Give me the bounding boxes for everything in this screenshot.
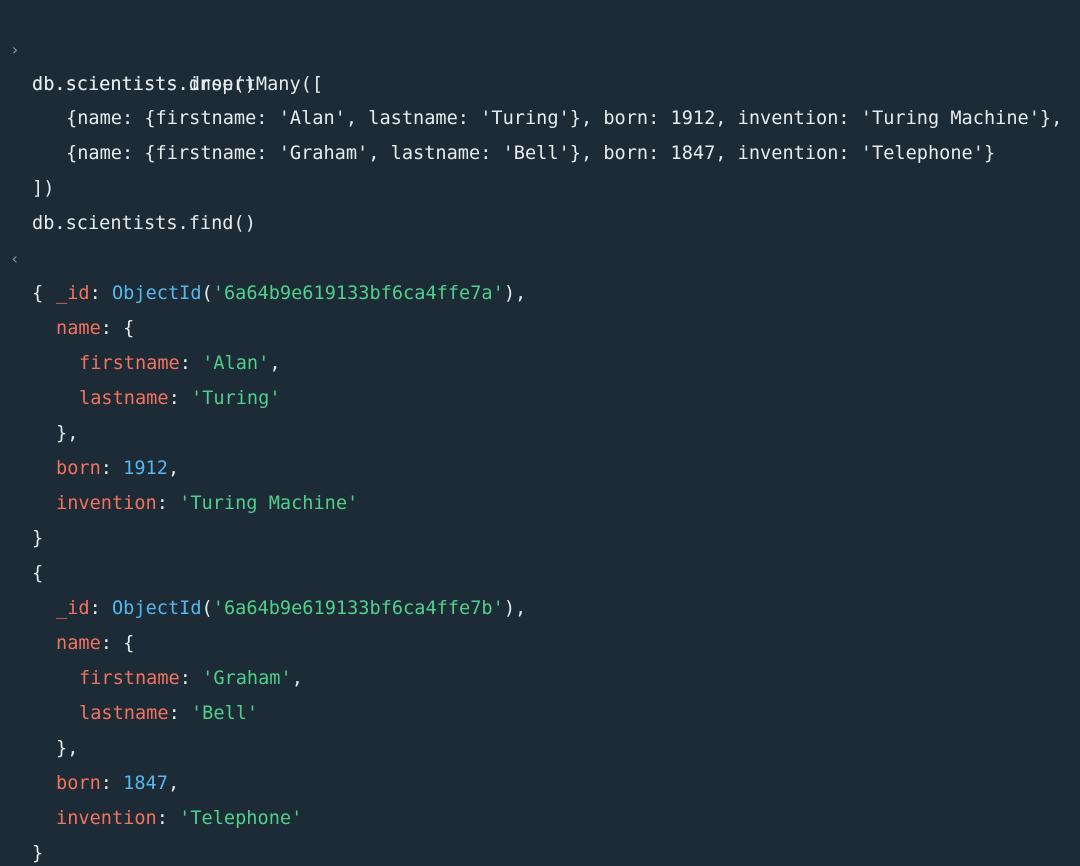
field-key: born: [56, 773, 101, 794]
input-line-4: {name: {firstname: 'Graham', lastname: '…: [0, 101, 995, 164]
field-key: _id: [56, 283, 90, 304]
command-text: db.scientists.find(): [32, 213, 256, 234]
doc-1-invention-line: invention: 'Turing Machine': [56, 493, 359, 514]
doc-2-invention-line: invention: 'Telephone': [56, 808, 303, 829]
field-value: 'Alan': [202, 353, 270, 374]
field-value: 'Turing': [190, 388, 281, 409]
doc-2-close-brace: }: [32, 843, 44, 864]
field-key: lastname: [79, 703, 169, 724]
doc-2-lastname-line: lastname: 'Bell': [79, 703, 259, 724]
doc-1-close-brace: }: [32, 528, 44, 549]
doc-1-id-line: _id: ObjectId('6a64b9e619133bf6ca4ffe7a'…: [56, 283, 527, 304]
doc-1-lastname-line: lastname: 'Turing': [79, 388, 281, 409]
input-line-3: {name: {firstname: 'Alan', lastname: 'Tu…: [0, 66, 1062, 129]
field-key: born: [56, 458, 101, 479]
field-value: 'Telephone': [179, 808, 303, 829]
field-key: invention: [56, 493, 157, 514]
doc-1-name-close: },: [56, 423, 79, 444]
doc-2-name-close: },: [56, 738, 79, 759]
doc-2-born-line: born: 1847,: [56, 773, 180, 794]
objectid-fn: ObjectId: [111, 283, 202, 304]
field-key: firstname: [79, 353, 180, 374]
doc-2-open-brace: {: [32, 563, 44, 584]
doc-2-firstname-line: firstname: 'Graham',: [79, 668, 303, 689]
field-key: lastname: [79, 388, 169, 409]
field-key: _id: [56, 598, 90, 619]
field-value: 1912: [123, 458, 168, 479]
field-value: 'Turing Machine': [179, 493, 359, 514]
shell-prompt[interactable]: test>: [0, 836, 45, 866]
field-value: 'Graham': [202, 668, 292, 689]
input-line-5: ]): [0, 136, 54, 199]
result-open-brace: ‹ {: [0, 206, 45, 304]
input-line-6: db.scientists.find(): [0, 171, 256, 234]
doc-1-firstname-line: firstname: 'Alan',: [79, 353, 281, 374]
doc-2-name-line: name: {: [56, 633, 135, 654]
doc-1-name-line: name: {: [56, 318, 135, 339]
field-key: invention: [56, 808, 157, 829]
input-line-2: db.scientists.insertMany([: [0, 32, 323, 95]
mongosh-shell[interactable]: › db.scientists.drop() db.scientists.ins…: [0, 0, 1080, 866]
objectid-value: '6a64b9e619133bf6ca4ffe7b': [212, 598, 504, 619]
field-key: name: [56, 633, 101, 654]
objectid-value: '6a64b9e619133bf6ca4ffe7a': [212, 283, 504, 304]
input-line-1: › db.scientists.drop(): [0, 0, 256, 95]
objectid-fn: ObjectId: [111, 598, 202, 619]
doc-1-born-line: born: 1912,: [56, 458, 180, 479]
field-key: name: [56, 318, 101, 339]
field-key: firstname: [79, 668, 180, 689]
field-value: 'Bell': [190, 703, 259, 724]
field-value: 1847: [123, 773, 168, 794]
doc-2-id-line: _id: ObjectId('6a64b9e619133bf6ca4ffe7b'…: [56, 598, 527, 619]
command-text: {name: {firstname: 'Alan', lastname: 'Tu…: [66, 108, 1063, 129]
command-text: {name: {firstname: 'Graham', lastname: '…: [66, 143, 996, 164]
command-text: db.scientists.insertMany([: [32, 74, 324, 95]
